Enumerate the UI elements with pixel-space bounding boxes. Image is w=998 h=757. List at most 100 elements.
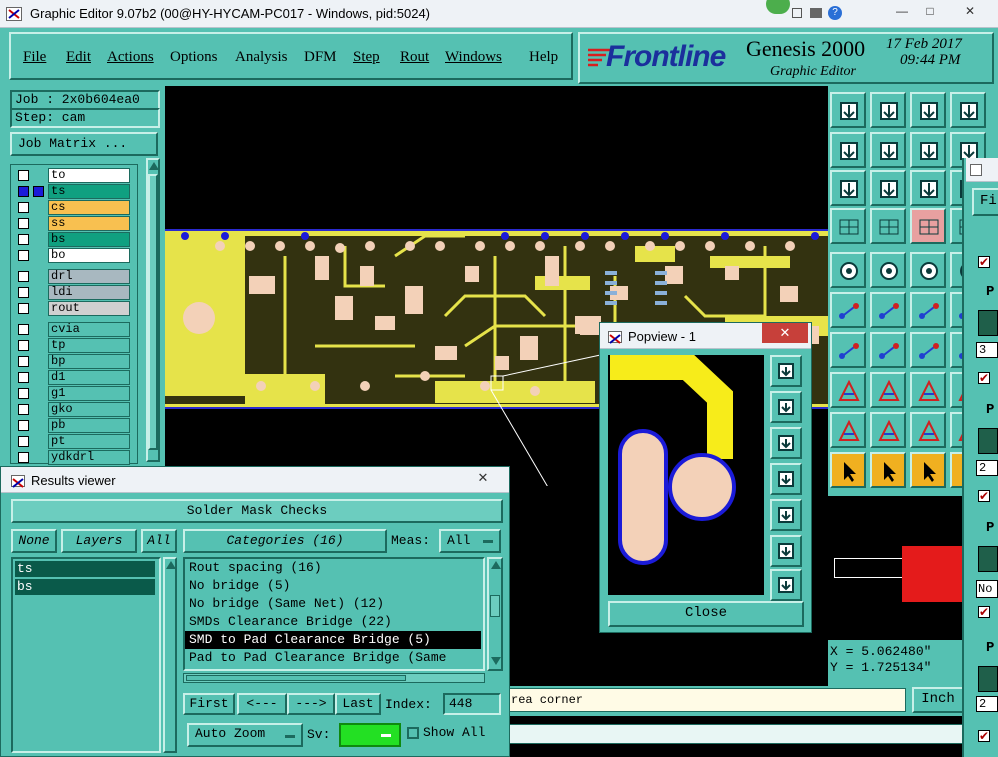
next-button[interactable]: ---> xyxy=(287,693,335,715)
layer-scrollbar[interactable] xyxy=(146,158,160,462)
layer-checkbox[interactable] xyxy=(18,340,29,351)
popview-pan-right-icon[interactable] xyxy=(770,499,802,531)
side-no-field[interactable]: No xyxy=(976,580,998,598)
tool-arc-icon[interactable] xyxy=(870,332,906,368)
side-checkbox[interactable]: ✔ xyxy=(978,372,990,384)
tool-route-icon[interactable] xyxy=(910,292,946,328)
layer-checkbox[interactable] xyxy=(18,218,29,229)
side-tool-icon[interactable] xyxy=(978,546,998,572)
layer-checkbox[interactable] xyxy=(18,170,29,181)
tool-triangle-measure-icon[interactable] xyxy=(910,412,946,448)
menu-help[interactable]: Help xyxy=(529,49,558,66)
tool-pan-left-icon[interactable] xyxy=(830,132,866,168)
prev-button[interactable]: <--- xyxy=(237,693,287,715)
categories-button[interactable]: Categories (16) xyxy=(183,529,387,553)
tool-select-icon[interactable] xyxy=(830,252,866,288)
popview-zoom-out-icon[interactable] xyxy=(770,569,802,601)
tool-line-icon[interactable] xyxy=(830,332,866,368)
side-tool-icon[interactable] xyxy=(978,666,998,692)
menu-step[interactable]: Step xyxy=(353,49,380,66)
tool-measure-line-icon[interactable] xyxy=(870,372,906,408)
popview-close-button[interactable]: Close xyxy=(608,601,804,627)
popview-zoom-home-icon[interactable] xyxy=(770,355,802,387)
popview-zoom-in-icon[interactable] xyxy=(770,535,802,567)
tool-pointer3-icon[interactable] xyxy=(910,452,946,488)
layer-row-d1[interactable]: d1 xyxy=(16,370,132,385)
results-layer-item[interactable]: bs xyxy=(15,579,155,595)
layer-checkbox[interactable] xyxy=(18,356,29,367)
tool-triangle-pad-icon[interactable] xyxy=(870,412,906,448)
layer-row-gko[interactable]: gko xyxy=(16,402,132,417)
tool-zoom-extents-icon[interactable] xyxy=(830,170,866,206)
layer-checkbox[interactable] xyxy=(18,250,29,261)
layer-checkbox[interactable] xyxy=(18,388,29,399)
popview-pan-up-icon[interactable] xyxy=(770,391,802,423)
results-layer-scrollbar[interactable] xyxy=(163,557,177,753)
category-item[interactable]: No bridge (5) xyxy=(185,577,483,595)
tool-snap-icon[interactable] xyxy=(830,208,866,244)
meas-dropdown[interactable]: All xyxy=(439,529,501,553)
tool-delete-icon[interactable] xyxy=(870,292,906,328)
layer-checkbox[interactable] xyxy=(18,372,29,383)
menu-dfm[interactable]: DFM xyxy=(304,49,337,66)
layer-row-cvia[interactable]: cvia xyxy=(16,322,132,337)
category-item[interactable]: SMDs Clearance Bridge (22) xyxy=(185,613,483,631)
sv-color-dropdown[interactable] xyxy=(339,723,401,747)
menu-edit[interactable]: Edit xyxy=(66,49,91,66)
menu-actions[interactable]: Actions xyxy=(107,49,154,66)
tool-triangle-icon[interactable] xyxy=(830,412,866,448)
layer-checkbox[interactable] xyxy=(18,436,29,447)
layers-all-button[interactable]: All xyxy=(141,529,177,553)
tool-scale-icon[interactable] xyxy=(910,170,946,206)
side-number-field[interactable]: 2 xyxy=(976,696,998,712)
last-button[interactable]: Last xyxy=(335,693,381,715)
menu-file[interactable]: File xyxy=(23,49,46,66)
layer-checkbox[interactable] xyxy=(18,303,29,314)
auto-zoom-dropdown[interactable]: Auto Zoom xyxy=(187,723,303,747)
tool-home-icon[interactable] xyxy=(910,92,946,128)
menu-options[interactable]: Options xyxy=(170,49,218,66)
layer-checkbox[interactable] xyxy=(18,271,29,282)
menu-analysis[interactable]: Analysis xyxy=(235,49,288,66)
tool-measure-pad-icon[interactable] xyxy=(910,372,946,408)
popview-pan-left-icon[interactable] xyxy=(770,463,802,495)
results-close-icon[interactable]: ✕ xyxy=(463,469,503,487)
layer-row-rout[interactable]: rout xyxy=(16,301,132,316)
side-window-menu[interactable]: Fi xyxy=(972,188,998,216)
layer-row-g1[interactable]: g1 xyxy=(16,386,132,401)
tool-connect-icon[interactable] xyxy=(830,292,866,328)
layer-row-ss[interactable]: ss xyxy=(16,216,132,231)
side-number-field[interactable]: 3 xyxy=(976,342,998,358)
tool-measure-icon[interactable] xyxy=(870,252,906,288)
layer-checkbox[interactable] xyxy=(18,324,29,335)
layer-checkbox[interactable] xyxy=(18,287,29,298)
popview-pan-down-icon[interactable] xyxy=(770,427,802,459)
layer-row-bs[interactable]: bs xyxy=(16,232,132,247)
tool-pan-right-icon[interactable] xyxy=(870,132,906,168)
tool-zoom-fit-icon[interactable] xyxy=(870,92,906,128)
categories-hscroll[interactable] xyxy=(183,673,485,683)
side-checkbox[interactable]: ✔ xyxy=(978,730,990,742)
popview-close-icon[interactable]: ✕ xyxy=(762,323,808,343)
menu-rout[interactable]: Rout xyxy=(400,49,429,66)
tool-ruler-icon[interactable] xyxy=(910,252,946,288)
category-item[interactable]: Pad to Pad Clearance Bridge (Same xyxy=(185,649,483,667)
categories-scrollbar[interactable] xyxy=(487,557,503,671)
layer-row-ldi[interactable]: ldi xyxy=(16,285,132,300)
layer-row-pb[interactable]: pb xyxy=(16,418,132,433)
menu-windows[interactable]: Windows xyxy=(445,49,502,66)
close-icon[interactable]: ✕ xyxy=(956,2,984,20)
layer-checkbox[interactable] xyxy=(18,234,29,245)
side-number-field[interactable]: 2 xyxy=(976,460,998,476)
tool-cut-icon[interactable] xyxy=(830,372,866,408)
layers-label-button[interactable]: Layers xyxy=(61,529,137,553)
layer-row-to[interactable]: to xyxy=(16,168,132,183)
tool-traffic-light-icon[interactable] xyxy=(910,208,946,244)
tool-rotate-cw-icon[interactable] xyxy=(910,332,946,368)
index-input[interactable]: 448 xyxy=(443,693,501,715)
layer-row-tp[interactable]: tp xyxy=(16,338,132,353)
side-tool-icon[interactable] xyxy=(978,310,998,336)
tool-grid-icon[interactable] xyxy=(870,208,906,244)
first-button[interactable]: First xyxy=(183,693,235,715)
tool-center-icon[interactable] xyxy=(870,170,906,206)
